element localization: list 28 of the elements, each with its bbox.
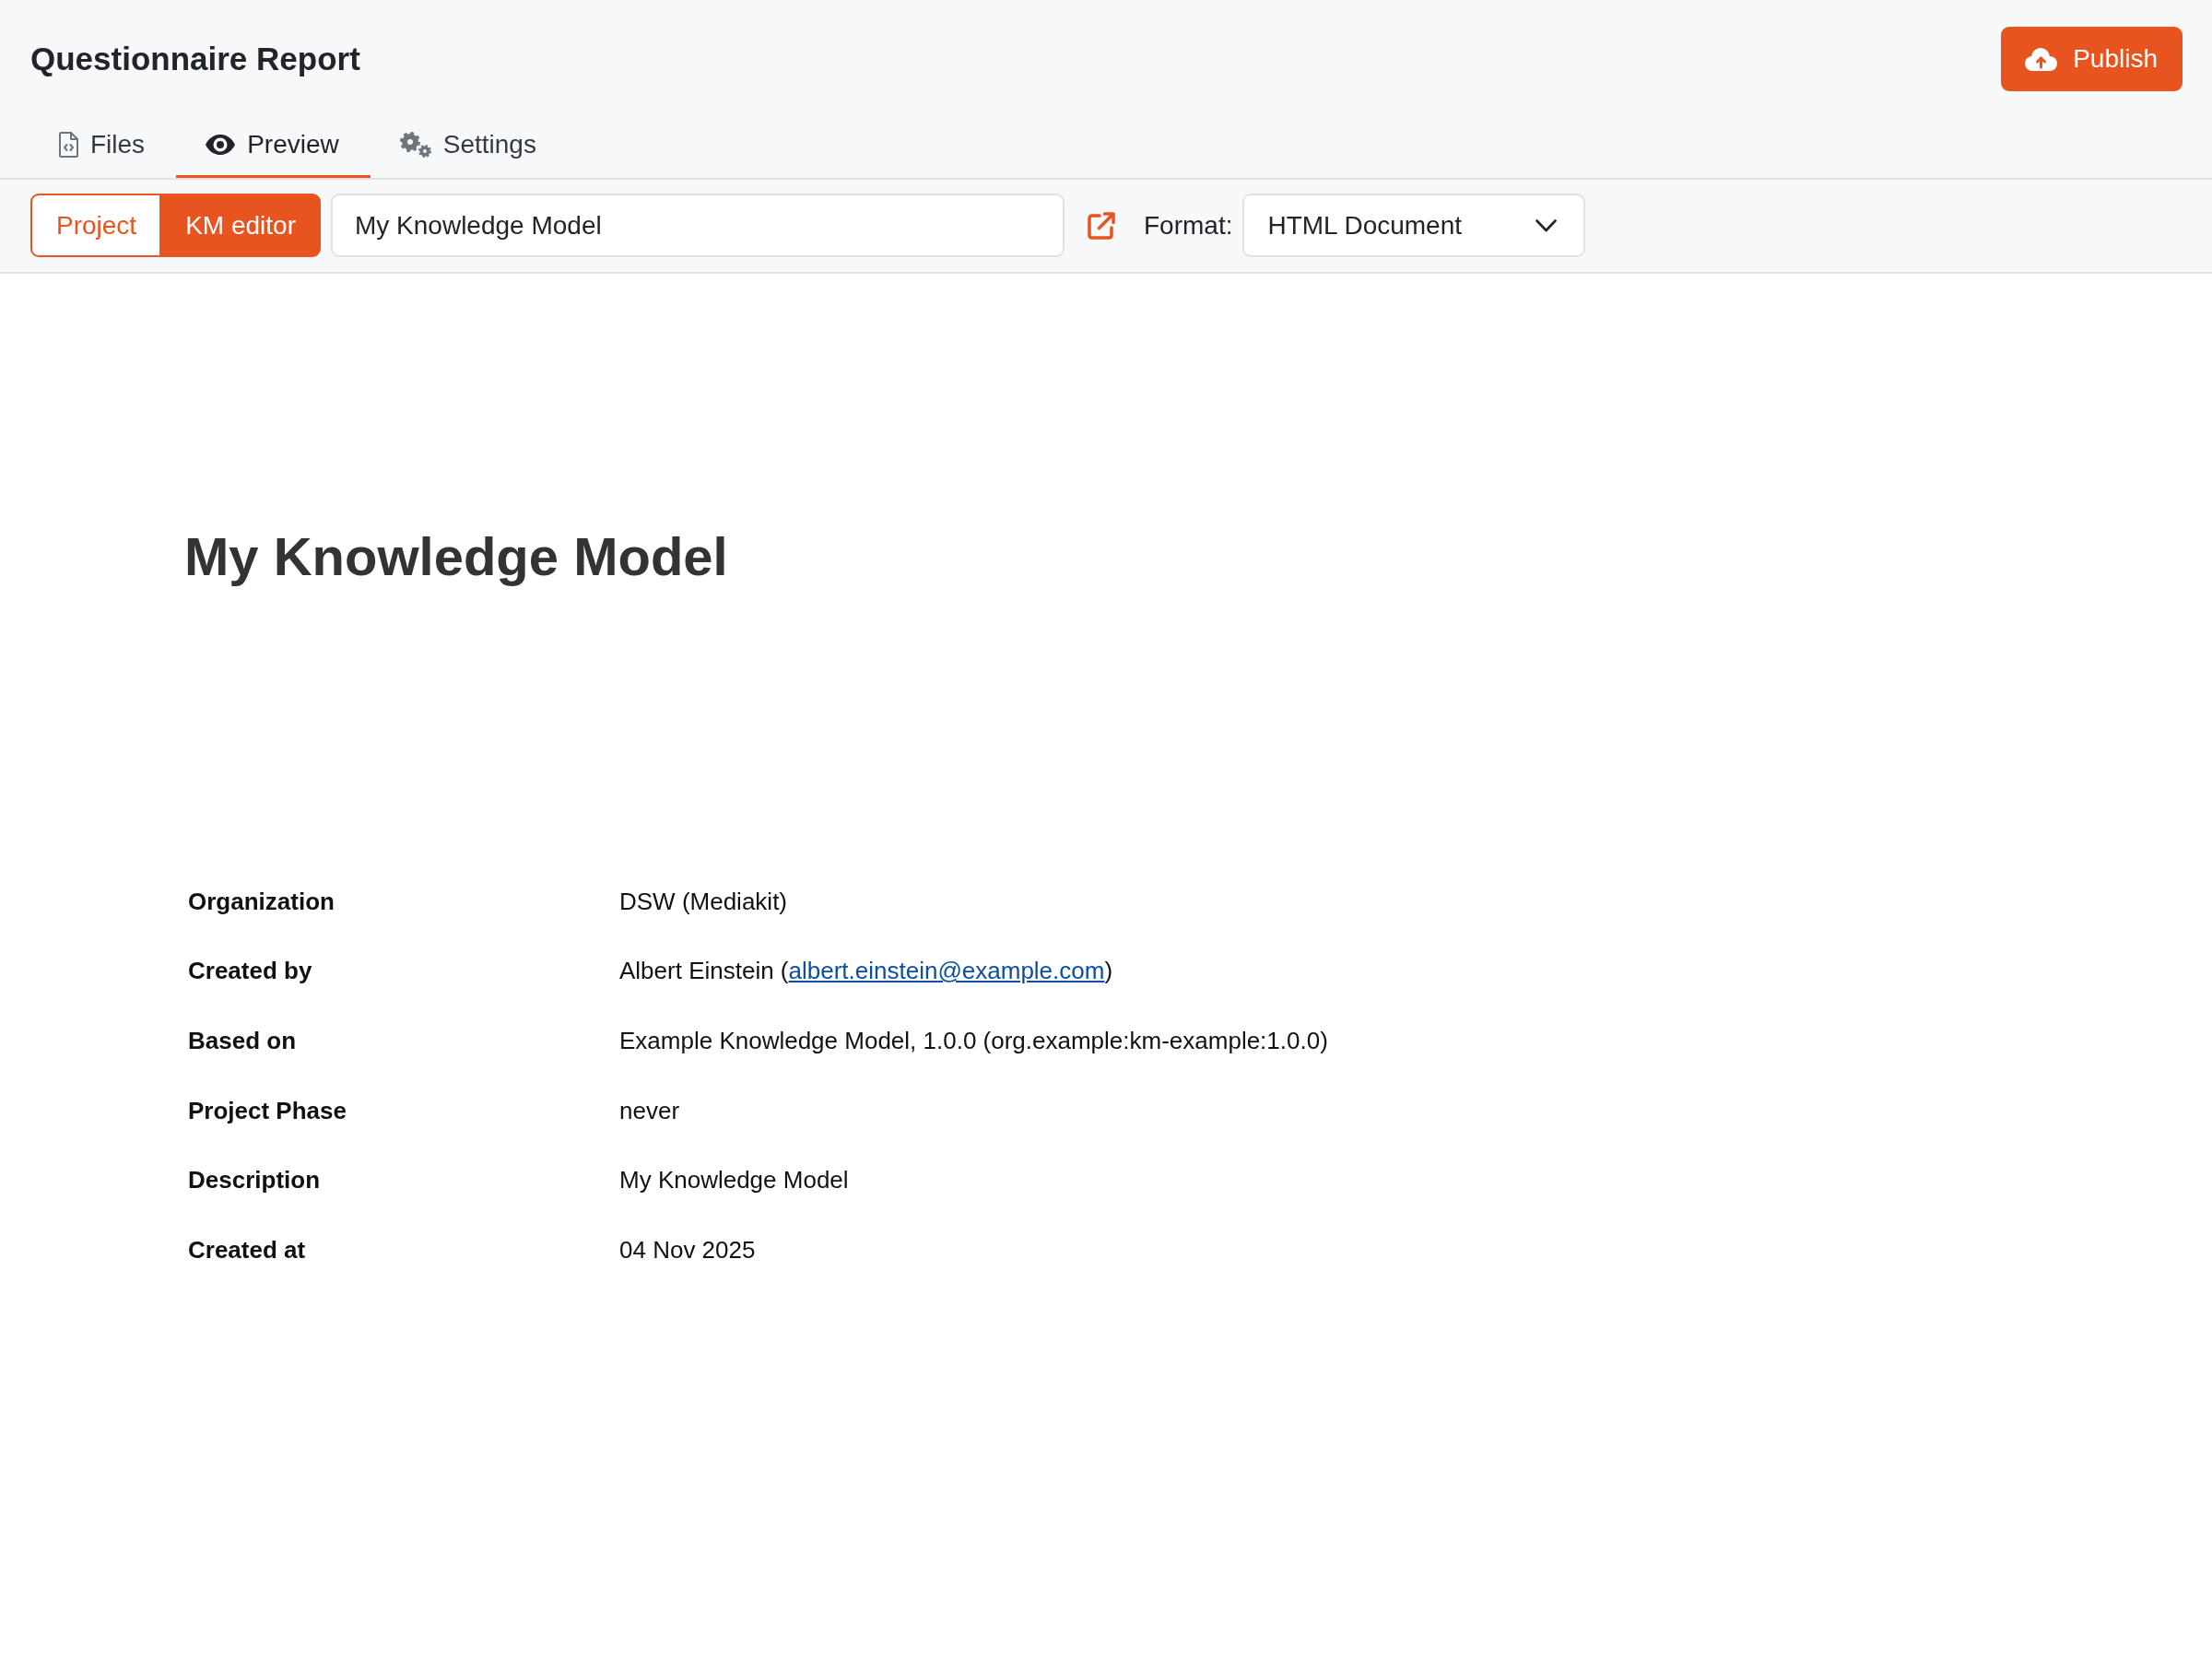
detail-label: Created at	[187, 1235, 306, 1264]
detail-value: Albert Einstein (albert.einstein@example.com)	[619, 957, 1113, 985]
cloud-upload-icon	[2025, 47, 2058, 71]
detail-label: Created by	[187, 957, 312, 985]
email-link[interactable]: albert.einstein@example.com	[788, 957, 1105, 985]
external-link-icon[interactable]	[1088, 211, 1115, 240]
page-title: Questionnaire Report	[30, 41, 360, 77]
detail-label: Description	[187, 1166, 321, 1194]
detail-label: Project Phase	[187, 1096, 347, 1124]
publish-button[interactable]: Publish	[2001, 27, 2183, 91]
detail-value: My Knowledge Model	[619, 1166, 849, 1194]
gears-icon	[399, 131, 431, 158]
detail-value: 04 Nov 2025	[619, 1235, 756, 1264]
chevron-down-icon	[1535, 218, 1558, 232]
detail-value: Example Knowledge Model, 1.0.0 (org.example:km-example:1.0.0)	[619, 1027, 1328, 1054]
format-label: Format:	[1144, 210, 1233, 241]
mode-toggle-button[interactable]: KM editor	[159, 194, 321, 257]
detail-value: DSW (Mediakit)	[619, 887, 787, 915]
name-input-field[interactable]: My Knowledge Model	[331, 194, 1065, 257]
mode-toggle-button[interactable]: Project	[30, 194, 162, 257]
file-code-icon	[59, 131, 78, 158]
eye-icon	[206, 134, 236, 155]
detail-label: Organization	[187, 887, 335, 915]
tab[interactable]: Settings	[370, 113, 568, 178]
detail-value: never	[619, 1096, 680, 1124]
detail-label: Based on	[187, 1027, 297, 1054]
tab[interactable]: Files	[29, 113, 177, 178]
format-dropdown[interactable]: HTML Document	[1242, 194, 1586, 257]
